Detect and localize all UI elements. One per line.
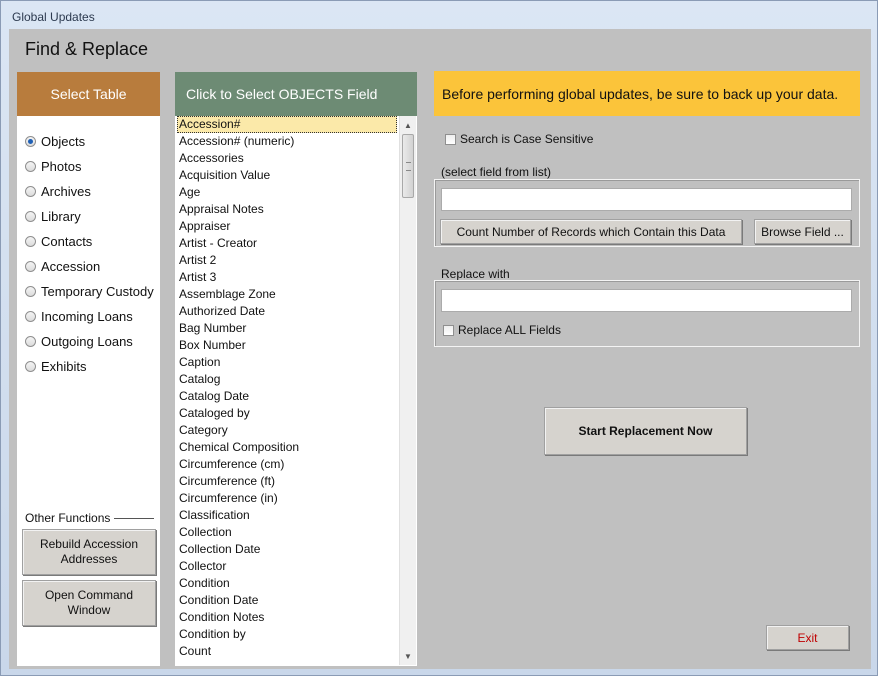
list-item[interactable]: Condition Notes	[175, 609, 399, 626]
table-option-exhibits[interactable]: Exhibits	[25, 354, 154, 379]
list-item[interactable]: Condition	[175, 575, 399, 592]
list-item[interactable]: Authorized Date	[175, 303, 399, 320]
exit-button[interactable]: Exit	[766, 625, 849, 650]
list-item[interactable]: Catalog	[175, 371, 399, 388]
list-item[interactable]: Cataloged by	[175, 405, 399, 422]
list-item[interactable]: Collection	[175, 524, 399, 541]
page-title: Find & Replace	[25, 39, 149, 59]
list-item[interactable]: Bag Number	[175, 320, 399, 337]
list-item[interactable]: Circumference (ft)	[175, 473, 399, 490]
list-item[interactable]: Condition Date	[175, 592, 399, 609]
title-bar: Global Updates	[1, 1, 877, 29]
list-item[interactable]: Category	[175, 422, 399, 439]
list-item[interactable]: Artist 3	[175, 269, 399, 286]
list-item[interactable]: Chemical Composition	[175, 439, 399, 456]
table-option-library[interactable]: Library	[25, 204, 154, 229]
radio-button[interactable]	[25, 336, 36, 347]
replace-all-checkbox[interactable]	[443, 324, 454, 336]
field-list-scrollbar[interactable]: ▲ ▼	[399, 116, 416, 665]
list-item[interactable]: Circumference (in)	[175, 490, 399, 507]
radio-button[interactable]	[25, 236, 36, 247]
radio-button[interactable]	[25, 261, 36, 272]
list-item[interactable]: Acquisition Value	[175, 167, 399, 184]
form-body: Find & Replace Select Table Objects Photo…	[9, 29, 871, 669]
radio-label: Library	[41, 209, 81, 224]
field-list-header: Click to Select OBJECTS Field	[175, 72, 417, 116]
radio-button[interactable]	[25, 286, 36, 297]
list-item[interactable]: Assemblage Zone	[175, 286, 399, 303]
list-item[interactable]: Appraisal Notes	[175, 201, 399, 218]
replace-with-label: Replace with	[441, 267, 510, 281]
list-item[interactable]: Age	[175, 184, 399, 201]
radio-label: Exhibits	[41, 359, 87, 374]
list-item[interactable]: Box Number	[175, 337, 399, 354]
field-select-panel: Click to Select OBJECTS Field Accession#…	[175, 72, 417, 666]
select-field-hint: (select field from list)	[441, 165, 552, 179]
list-item[interactable]: Circumference (cm)	[175, 456, 399, 473]
table-option-contacts[interactable]: Contacts	[25, 229, 154, 254]
radio-label: Contacts	[41, 234, 93, 249]
radio-label: Incoming Loans	[41, 309, 133, 324]
list-item[interactable]: Artist - Creator	[175, 235, 399, 252]
list-item[interactable]: Collection Date	[175, 541, 399, 558]
field-listbox[interactable]: Accession# Accession# (numeric) Accessorie…	[175, 116, 399, 664]
list-item[interactable]: Count	[175, 643, 399, 660]
scroll-down-arrow-icon[interactable]: ▼	[400, 648, 416, 664]
table-radio-group: Objects Photos Archives Library Contacts Acce…	[25, 129, 154, 379]
list-item[interactable]: Appraiser	[175, 218, 399, 235]
table-option-accession[interactable]: Accession	[25, 254, 154, 279]
radio-button[interactable]	[25, 361, 36, 372]
select-table-panel: Select Table Objects Photos Archives Librar…	[17, 72, 160, 666]
list-item[interactable]: Accession# (numeric)	[175, 133, 399, 150]
table-option-archives[interactable]: Archives	[25, 179, 154, 204]
select-table-header: Select Table	[17, 72, 160, 116]
global-updates-window: Global Updates Find & Replace Select Tab…	[0, 0, 878, 676]
radio-button[interactable]	[25, 186, 36, 197]
count-records-button[interactable]: Count Number of Records which Contain th…	[440, 219, 742, 244]
list-item[interactable]: Classification	[175, 507, 399, 524]
list-item[interactable]: Caption	[175, 354, 399, 371]
replace-value-input[interactable]	[441, 289, 852, 312]
scroll-thumb[interactable]	[402, 134, 414, 198]
table-option-temporary-custody[interactable]: Temporary Custody	[25, 279, 154, 304]
list-item[interactable]: Collector	[175, 558, 399, 575]
radio-label: Accession	[41, 259, 101, 274]
radio-button[interactable]	[25, 311, 36, 322]
case-sensitive-option[interactable]: Search is Case Sensitive	[445, 132, 593, 146]
case-sensitive-checkbox[interactable]	[445, 133, 456, 145]
browse-field-button[interactable]: Browse Field ...	[754, 219, 851, 244]
list-item[interactable]: Artist 2	[175, 252, 399, 269]
rebuild-accession-addresses-button[interactable]: Rebuild Accession Addresses	[22, 529, 156, 575]
radio-label: Temporary Custody	[41, 284, 154, 299]
table-option-photos[interactable]: Photos	[25, 154, 154, 179]
window-title: Global Updates	[12, 10, 95, 24]
radio-label: Outgoing Loans	[41, 334, 133, 349]
radio-label: Archives	[41, 184, 91, 199]
table-option-incoming-loans[interactable]: Incoming Loans	[25, 304, 154, 329]
replace-all-option[interactable]: Replace ALL Fields	[443, 323, 561, 337]
replace-all-label: Replace ALL Fields	[458, 323, 561, 337]
radio-button[interactable]	[25, 211, 36, 222]
other-functions-label: Other Functions	[25, 511, 155, 525]
scroll-up-arrow-icon[interactable]: ▲	[400, 117, 416, 133]
radio-label: Objects	[41, 134, 86, 149]
list-item[interactable]: Catalog Date	[175, 388, 399, 405]
table-option-outgoing-loans[interactable]: Outgoing Loans	[25, 329, 154, 354]
table-option-objects[interactable]: Objects	[25, 129, 154, 154]
find-value-input[interactable]	[441, 188, 852, 211]
start-replacement-button[interactable]: Start Replacement Now	[544, 407, 747, 455]
radio-button[interactable]	[25, 161, 36, 172]
list-item[interactable]: Condition by	[175, 626, 399, 643]
list-item[interactable]: Accessories	[175, 150, 399, 167]
open-command-window-button[interactable]: Open Command Window	[22, 580, 156, 626]
backup-warning-banner: Before performing global updates, be sur…	[434, 71, 860, 116]
list-item[interactable]: Accession#	[177, 116, 397, 133]
case-sensitive-label: Search is Case Sensitive	[460, 132, 594, 146]
radio-button[interactable]	[25, 136, 36, 147]
radio-label: Photos	[41, 159, 82, 174]
